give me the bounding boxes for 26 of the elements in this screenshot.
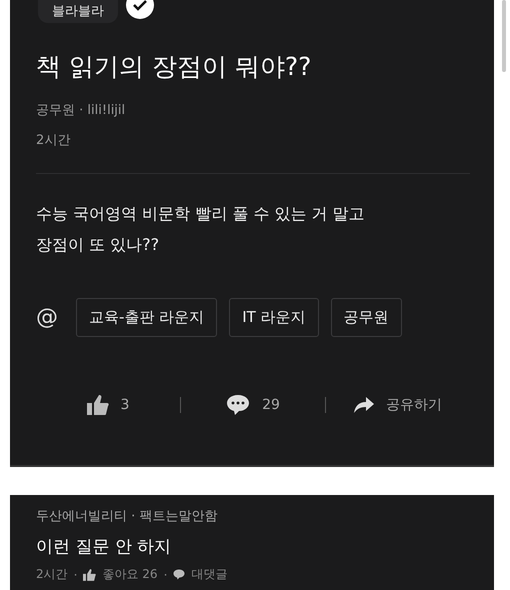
- scrollbar[interactable]: [502, 0, 506, 72]
- share-arrow-icon: [354, 397, 374, 413]
- author-line: 공무원 · lili!lijil: [36, 102, 126, 119]
- speech-bubble-icon: [173, 569, 186, 580]
- topic-tag[interactable]: 교육-출판 라운지: [76, 298, 218, 337]
- thumbs-up-icon: [83, 568, 96, 580]
- comment-author: 두산에너빌리티 · 팩트는말안함: [36, 508, 218, 525]
- topic-tag[interactable]: IT 라운지: [229, 298, 319, 337]
- like-count[interactable]: 좋아요 26: [102, 566, 158, 583]
- comment-text: 이런 질문 안 하지: [36, 536, 172, 558]
- separator-dot: ·: [164, 568, 168, 582]
- thumbs-up-icon: [86, 395, 109, 415]
- like-button[interactable]: 3: [36, 394, 180, 416]
- mention-symbol: @: [36, 305, 58, 330]
- speech-bubble-icon: [226, 394, 250, 416]
- comment-time: 2시간: [36, 566, 68, 583]
- post-title: 책 읽기의 장점이 뭐야??: [36, 51, 312, 83]
- reply-link[interactable]: 대댓글: [191, 566, 228, 583]
- body-text: 수능 국어영역 비문학 빨리 풀 수 있는 거 말고: [36, 203, 366, 225]
- separator-dot: ·: [74, 568, 78, 582]
- comment-button[interactable]: 29: [181, 393, 325, 417]
- body-text: 장점이 또 있나??: [36, 234, 160, 256]
- topic-tag[interactable]: 공무원: [330, 298, 402, 337]
- post-time: 2시간: [36, 132, 72, 149]
- share-button[interactable]: 공유하기: [326, 395, 470, 415]
- board-label[interactable]: 블라블라: [38, 0, 118, 22]
